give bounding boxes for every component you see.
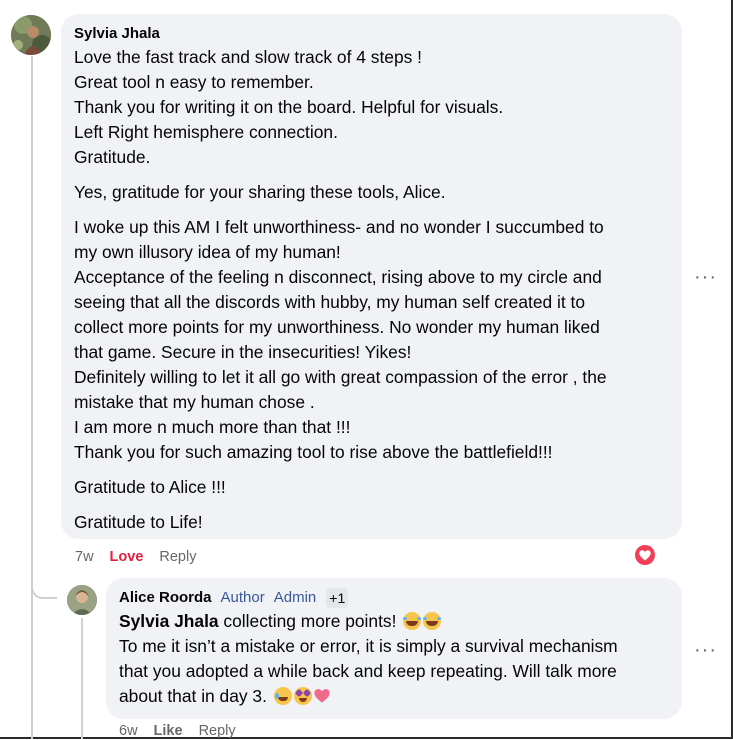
comment-line: mistake that my human chose .	[74, 392, 315, 412]
comment-line: Gratitude.	[74, 147, 151, 167]
comment-reply-button[interactable]: Reply	[159, 548, 196, 566]
comment-actions: 7w Love Reply	[75, 548, 212, 566]
reply-last-line: about that in day 3.	[119, 686, 272, 706]
avatar-alice[interactable]	[67, 585, 97, 615]
comment-line: Gratitude to Alice !!!	[74, 477, 226, 497]
comment-line: Yes, gratitude for your sharing these to…	[74, 182, 446, 202]
reply-bubble: Alice Roorda Author Admin +1 Sylvia Jhal…	[106, 578, 682, 719]
laughing-crying-emoji	[403, 612, 422, 630]
reply-actions: 6w Like Reply	[119, 722, 252, 740]
comment-line: Acceptance of the feeling n disconnect, …	[74, 267, 602, 287]
comment-author[interactable]: Sylvia Jhala	[74, 24, 669, 44]
comment-line: Definitely willing to let it all go with…	[74, 367, 607, 387]
comment-line: I woke up this AM I felt unworthiness- a…	[74, 217, 604, 237]
comment-love-button[interactable]: Love	[110, 548, 144, 566]
reply-body: Sylvia Jhala collecting more points! To …	[119, 609, 669, 709]
comment-more-options-icon[interactable]: ···	[694, 267, 717, 287]
comment-bubble: Sylvia Jhala Love the fast track and slo…	[61, 14, 682, 539]
reply-timestamp[interactable]: 6w	[119, 722, 138, 740]
reply-like-button[interactable]: Like	[154, 722, 183, 740]
reply-line-3: that you adopted a while back and keep r…	[119, 661, 617, 681]
crying-smile-emoji	[273, 687, 292, 705]
comment-line: seeing that all the discords with hubby,…	[74, 292, 586, 312]
star-struck-emoji	[293, 687, 312, 705]
reply-more-options-icon[interactable]: ···	[694, 640, 717, 660]
comment-line: my own illusory idea of my human!	[74, 242, 341, 262]
comment-line: I am more n much more than that !!!	[74, 417, 351, 437]
reply-author-row: Alice Roorda Author Admin +1	[119, 588, 669, 608]
comment-line: Great tool n easy to remember.	[74, 72, 314, 92]
comment-line: collect more points for my unworthiness.…	[74, 317, 600, 337]
comment-line: Gratitude to Life!	[74, 512, 203, 532]
author-badge: Author	[220, 589, 265, 606]
comment-body: Love the fast track and slow track of 4 …	[74, 45, 669, 535]
badge-extra[interactable]: +1	[326, 588, 349, 608]
comment-line: Thank you for writing it on the board. H…	[74, 97, 504, 117]
reply-thread-line	[81, 618, 83, 739]
avatar-sylvia[interactable]	[11, 15, 51, 55]
heart-icon[interactable]	[633, 543, 657, 567]
comment-line: Love the fast track and slow track of 4 …	[74, 47, 422, 67]
reply-first-line: collecting more points!	[218, 611, 402, 631]
comment-line: Left Right hemisphere connection.	[74, 122, 338, 142]
thread-line	[31, 56, 33, 739]
comment-line: Thank you for such amazing tool to rise …	[74, 442, 553, 462]
reply-reply-button[interactable]: Reply	[199, 722, 236, 740]
reply-mention[interactable]: Sylvia Jhala	[119, 611, 219, 631]
heart-emoji	[314, 687, 330, 705]
admin-badge: Admin	[273, 589, 317, 606]
reply-line-2: To me it isn’t a mistake or error, it is…	[119, 636, 618, 656]
reply-author[interactable]: Alice Roorda	[119, 588, 212, 608]
laughing-crying-emoji	[423, 612, 442, 630]
comment-line: that game. Secure in the insecurities! Y…	[74, 342, 412, 362]
thread-connector	[31, 583, 57, 599]
comment-timestamp[interactable]: 7w	[75, 548, 94, 566]
